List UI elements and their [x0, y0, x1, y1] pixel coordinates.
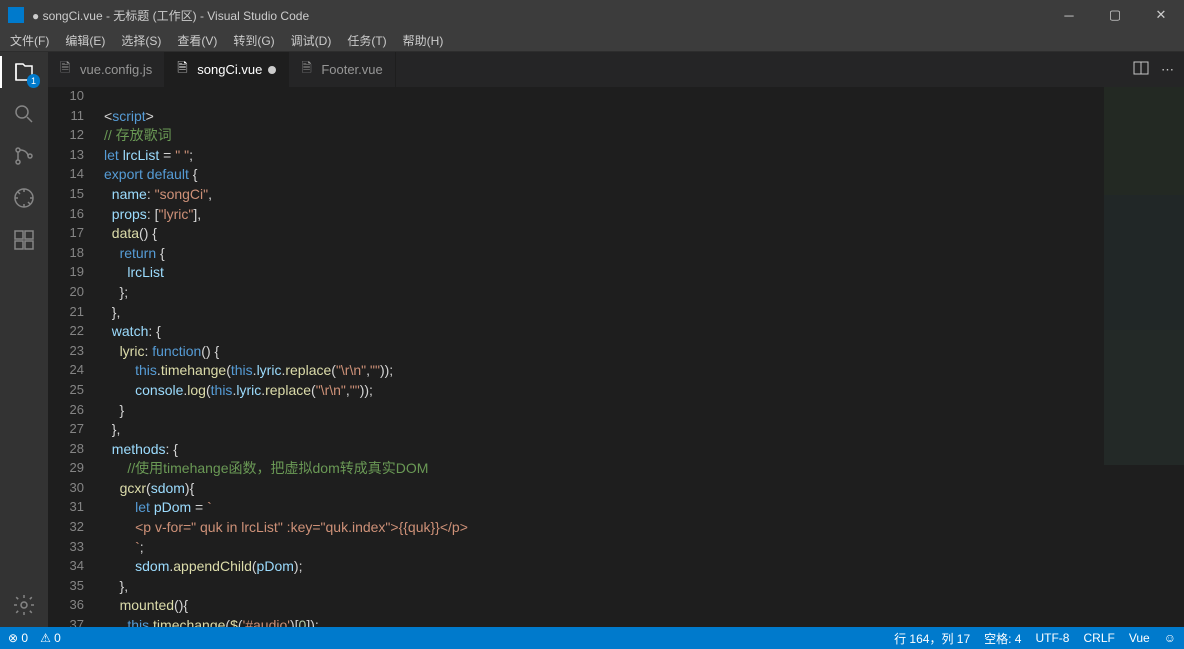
explorer-icon[interactable]: 1	[12, 60, 36, 84]
window-controls: ─ ▢ ✕	[1046, 0, 1184, 30]
split-editor-icon[interactable]	[1133, 60, 1149, 79]
more-actions-icon[interactable]: ⋯	[1161, 62, 1174, 78]
dirty-indicator	[268, 66, 276, 74]
tab-songci[interactable]: 🗎 songCi.vue	[165, 52, 289, 87]
line-gutter: 1011121314151617181920212223242526272829…	[48, 87, 96, 627]
file-icon: 🗎	[60, 63, 74, 77]
debug-icon[interactable]	[12, 186, 36, 210]
search-icon[interactable]	[12, 102, 36, 126]
minimap[interactable]	[1104, 87, 1184, 627]
maximize-button[interactable]: ▢	[1092, 0, 1138, 30]
menu-help[interactable]: 帮助(H)	[395, 30, 452, 51]
tabs: 🗎 vue.config.js 🗎 songCi.vue 🗎 Footer.vu…	[48, 52, 1184, 87]
menu-goto[interactable]: 转到(G)	[225, 30, 282, 51]
menu-edit[interactable]: 编辑(E)	[57, 30, 113, 51]
menu-view[interactable]: 查看(V)	[169, 30, 225, 51]
tab-label: vue.config.js	[80, 62, 152, 77]
code-editor[interactable]: 1011121314151617181920212223242526272829…	[48, 87, 1184, 627]
tab-vue-config[interactable]: 🗎 vue.config.js	[48, 52, 165, 87]
extensions-icon[interactable]	[12, 228, 36, 252]
titlebar: ● songCi.vue - 无标题 (工作区) - Visual Studio…	[0, 0, 1184, 30]
menu-file[interactable]: 文件(F)	[2, 30, 57, 51]
window-title: ● songCi.vue - 无标题 (工作区) - Visual Studio…	[32, 7, 309, 24]
tab-label: songCi.vue	[197, 62, 262, 77]
menu-select[interactable]: 选择(S)	[113, 30, 169, 51]
activity-bar: 1	[0, 52, 48, 627]
close-button[interactable]: ✕	[1138, 0, 1184, 30]
editor-area: 🗎 vue.config.js 🗎 songCi.vue 🗎 Footer.vu…	[48, 52, 1184, 627]
status-spaces[interactable]: 空格: 4	[984, 630, 1021, 647]
menu-debug[interactable]: 调试(D)	[283, 30, 340, 51]
menu-tasks[interactable]: 任务(T)	[339, 30, 394, 51]
explorer-badge: 1	[27, 74, 40, 88]
status-bar: ⊗ 0 ⚠ 0 行 164，列 17 空格: 4 UTF-8 CRLF Vue …	[0, 627, 1184, 649]
tab-label: Footer.vue	[321, 62, 382, 77]
settings-icon[interactable]	[12, 593, 36, 617]
minimize-button[interactable]: ─	[1046, 0, 1092, 30]
menubar: 文件(F) 编辑(E) 选择(S) 查看(V) 转到(G) 调试(D) 任务(T…	[0, 30, 1184, 52]
status-cursor[interactable]: 行 164，列 17	[894, 630, 970, 647]
file-icon: 🗎	[177, 63, 191, 77]
vscode-icon	[8, 7, 24, 23]
file-icon: 🗎	[301, 63, 315, 77]
tab-footer[interactable]: 🗎 Footer.vue	[289, 52, 395, 87]
source-control-icon[interactable]	[12, 144, 36, 168]
code-content[interactable]: <script>// 存放歌词let lrcList = " ";export …	[96, 87, 1184, 627]
